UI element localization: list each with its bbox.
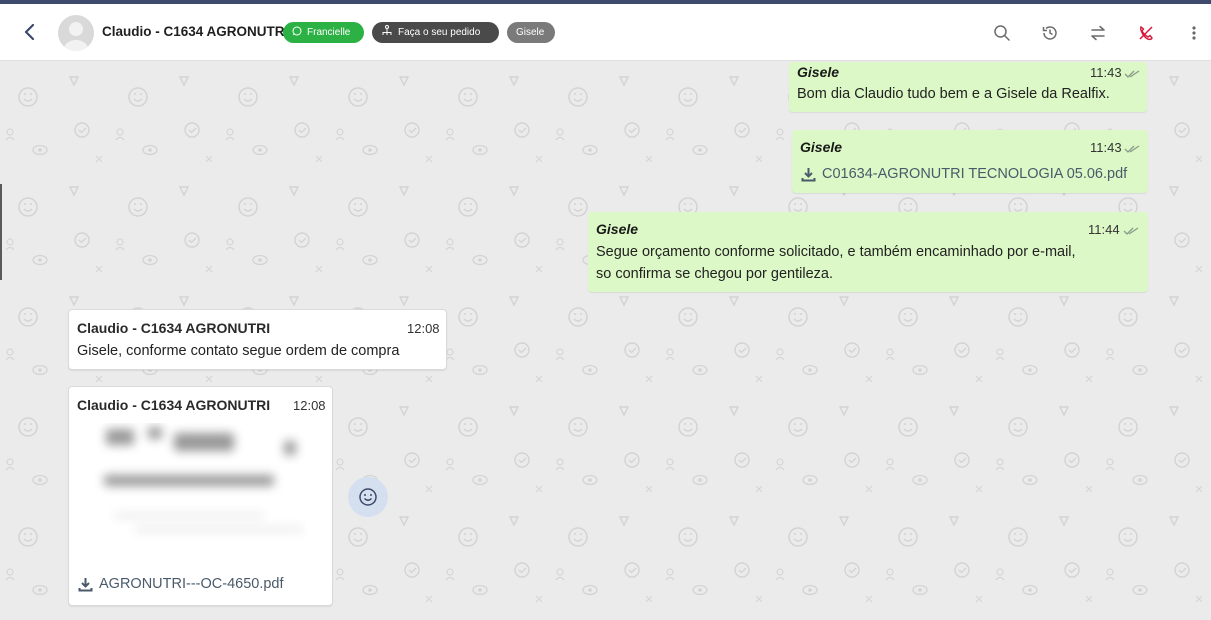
contact-name[interactable]: Claudio - C1634 AGRONUTRI [102,24,288,39]
message-time: 11:44 [1088,222,1120,237]
double-check-icon [1124,145,1140,153]
sidebar-edge [0,184,2,280]
more-icon[interactable] [1183,22,1205,44]
tag-label: Faça o seu pedido [398,27,481,38]
search-icon[interactable] [991,22,1013,44]
message-sender: Gisele [797,64,840,80]
double-check-icon [1123,227,1139,235]
double-check-icon [1124,70,1140,78]
chat-area[interactable]: Gisele 11:43 Bom dia Claudio tudo bem e … [0,62,1211,620]
message-bubble-outgoing[interactable]: Gisele 11:43 Bom dia Claudio tudo bem e … [789,62,1147,112]
message-bubble-outgoing[interactable]: Gisele 11:43 C01634-AGRONUTRI TECNOLOGIA… [792,130,1148,193]
file-attachment[interactable]: AGRONUTRI---OC-4650.pdf [78,576,284,592]
tag-gisele[interactable]: Gisele [507,22,555,43]
message-sender: Claudio - C1634 AGRONUTRI [77,320,271,336]
tag-flow[interactable]: Faça o seu pedido [372,22,499,43]
message-text: Gisele, conforme contato segue ordem de … [77,343,400,359]
message-time: 12:08 [407,321,440,336]
transfer-icon[interactable] [1087,22,1109,44]
file-name: AGRONUTRI---OC-4650.pdf [99,576,284,592]
file-name: C01634-AGRONUTRI TECNOLOGIA 05.06.pdf [822,166,1128,182]
message-text: Bom dia Claudio tudo bem e a Gisele da R… [797,86,1110,102]
avatar[interactable] [58,15,94,51]
message-sender: Claudio - C1634 AGRONUTRI [77,397,271,413]
file-attachment[interactable]: C01634-AGRONUTRI TECNOLOGIA 05.06.pdf [801,166,1127,182]
back-arrow-icon[interactable] [19,21,41,43]
message-bubble-incoming[interactable]: Claudio - C1634 AGRONUTRI 12:08 Gisele, … [68,309,447,370]
flow-icon [381,25,393,40]
tag-label: Gisele [516,27,545,38]
message-time: 11:43 [1090,140,1122,155]
message-sender: Gisele [596,221,639,237]
chat-header: Claudio - C1634 AGRONUTRI Francielle Faç… [0,4,1211,61]
message-time: 12:08 [293,398,326,413]
download-icon [801,167,816,181]
whatsapp-icon [292,26,302,39]
message-bubble-outgoing[interactable]: Gisele 11:44 Segue orçamento conforme so… [588,212,1148,292]
tag-francielle[interactable]: Francielle [283,22,364,43]
download-icon [78,577,93,591]
tag-label: Francielle [307,27,351,38]
message-time: 11:43 [1090,65,1122,80]
message-text-line: Segue orçamento conforme solicitado, e t… [596,244,1076,260]
emoji-reaction-button[interactable] [348,477,388,517]
end-call-icon[interactable] [1135,22,1157,44]
document-preview[interactable] [94,423,306,547]
message-sender: Gisele [800,139,843,155]
message-text-line: so confirma se chegou por gentileza. [596,266,833,282]
message-bubble-incoming[interactable]: Claudio - C1634 AGRONUTRI 12:08 AGRONUTR… [68,386,333,606]
smiley-icon [359,488,377,506]
history-icon[interactable] [1039,22,1061,44]
